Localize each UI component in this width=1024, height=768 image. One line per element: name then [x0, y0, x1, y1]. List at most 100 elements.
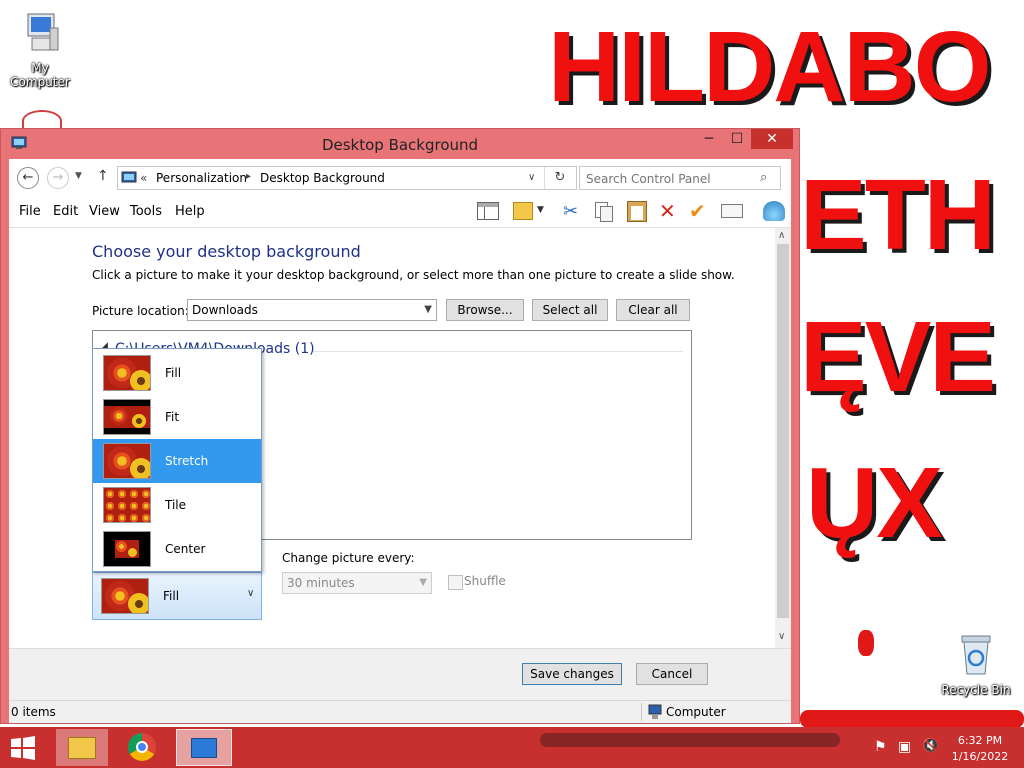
change-picture-value: 30 minutes [287, 576, 355, 590]
action-center-flag-icon[interactable]: ⚑ [874, 739, 887, 755]
menu-file[interactable]: File [19, 204, 41, 219]
breadcrumb-personalization[interactable]: Personalization [156, 171, 247, 185]
clear-all-button[interactable]: Clear all [616, 299, 690, 321]
wallpaper-text-line-2: ETH [800, 159, 996, 271]
clock-time[interactable]: 6:32 PM [950, 734, 1010, 747]
windows-logo-icon [11, 736, 35, 760]
breadcrumb-desktop-background[interactable]: Desktop Background [260, 171, 385, 185]
position-option-center[interactable]: Center [93, 527, 261, 571]
taskbar-control-panel[interactable] [176, 729, 232, 766]
computer-icon [648, 704, 662, 719]
menu-help[interactable]: Help [175, 204, 205, 219]
folder-options-chevron-icon[interactable]: ▼ [537, 205, 544, 215]
main-content: Choose your desktop background Click a p… [9, 228, 791, 648]
option-label: Fit [165, 410, 180, 424]
picture-position-value: Fill [163, 589, 180, 603]
desktop-icon-label: My Computer [10, 61, 70, 89]
dialog-footer: Save changes Cancel [9, 648, 791, 701]
breadcrumb-separator-icon[interactable]: ▸ [246, 171, 251, 182]
status-divider [641, 703, 642, 721]
search-input[interactable] [584, 169, 758, 189]
folder-options-icon[interactable] [513, 202, 533, 220]
delete-icon[interactable]: ✕ [659, 199, 676, 223]
cancel-button[interactable]: Cancel [636, 663, 708, 685]
shuffle-checkbox[interactable] [448, 575, 463, 590]
search-icon[interactable]: ⌕ [760, 170, 767, 185]
option-label: Tile [165, 498, 187, 512]
menu-edit[interactable]: Edit [53, 204, 78, 219]
cut-icon[interactable]: ✂ [563, 201, 578, 222]
close-button[interactable]: ✕ [751, 129, 793, 149]
taskbar-file-explorer[interactable] [56, 729, 108, 766]
fill-thumbnail [101, 578, 149, 614]
picture-location-select[interactable]: Downloads ▼ [187, 299, 437, 321]
scrollbar-thumb[interactable] [777, 244, 789, 618]
chevron-down-icon: ▼ [419, 577, 427, 588]
desktop-background-window: Desktop Background ─ ☐ ✕ ← → ▼ ↑ « Perso… [0, 128, 800, 724]
breadcrumb-prefix: « [140, 171, 148, 185]
position-option-stretch[interactable]: Stretch [93, 439, 261, 483]
forward-arrow-icon: → [52, 170, 64, 185]
scroll-down-icon[interactable]: ∨ [778, 631, 785, 642]
chevron-down-icon: ▼ [424, 304, 432, 315]
wallpaper-smear [800, 710, 1024, 728]
page-title: Choose your desktop background [92, 242, 361, 261]
address-dropdown-chevron-icon[interactable]: ∨ [528, 172, 535, 183]
desktop-icon-label: Recycle Bin [941, 683, 1011, 697]
address-bar[interactable]: « Personalization ▸ Desktop Background ∨… [117, 166, 577, 190]
start-button[interactable] [8, 735, 38, 761]
status-bar: 0 items Computer [9, 700, 791, 723]
recent-locations-chevron-icon[interactable]: ▼ [75, 171, 82, 181]
properties-check-icon[interactable]: ✔ [689, 199, 706, 223]
desktop-icon-recycle-bin[interactable]: Recycle Bin [936, 630, 1016, 697]
back-button[interactable]: ← [17, 167, 39, 189]
email-icon[interactable] [721, 204, 743, 218]
clock-date[interactable]: 1/16/2022 [950, 750, 1010, 763]
select-all-button[interactable]: Select all [532, 299, 608, 321]
paste-icon[interactable] [627, 201, 647, 222]
layout-pane-icon[interactable] [477, 202, 499, 220]
shuffle-label[interactable]: Shuffle [464, 574, 506, 588]
maximize-button[interactable]: ☐ [723, 129, 751, 149]
menu-tools[interactable]: Tools [130, 204, 162, 219]
taskbar-wallpaper-smear [540, 733, 840, 747]
refresh-icon[interactable]: ↻ [544, 167, 575, 189]
vertical-scrollbar[interactable]: ∧ ∨ [775, 228, 791, 648]
browse-button[interactable]: Browse... [446, 299, 524, 321]
change-picture-interval-select[interactable]: 30 minutes ▼ [282, 572, 432, 594]
menu-bar: File Edit View Tools Help ▼ ✂ ✕ ✔ [9, 197, 791, 228]
taskbar: ⚑ ▣ 🔇 6:32 PM 1/16/2022 [0, 727, 1024, 768]
menu-view[interactable]: View [89, 204, 120, 219]
up-button[interactable]: ↑ [97, 168, 109, 184]
recycle-bin-icon [961, 635, 991, 675]
shell-icon[interactable] [763, 201, 785, 221]
save-changes-button[interactable]: Save changes [522, 663, 622, 685]
position-option-fit[interactable]: Fit [93, 395, 261, 439]
taskbar-chrome[interactable] [116, 729, 168, 766]
position-option-tile[interactable]: Tile [93, 483, 261, 527]
picture-position-dropdown: Fill Fit Stretch Tile Center [92, 348, 262, 572]
stretch-thumbnail [103, 443, 151, 479]
wallpaper-drip [858, 630, 874, 656]
minimize-button[interactable]: ─ [695, 129, 723, 149]
center-thumbnail [103, 531, 151, 567]
network-icon[interactable]: ▣ [898, 739, 911, 755]
chevron-down-icon: ∨ [247, 588, 255, 599]
folder-icon [68, 737, 96, 759]
picture-location-value: Downloads [192, 303, 258, 317]
volume-muted-icon[interactable]: 🔇 [922, 738, 939, 754]
computer-icon [27, 13, 59, 51]
copy-icon[interactable] [595, 202, 613, 222]
option-label: Stretch [165, 454, 209, 468]
position-option-fill[interactable]: Fill [93, 351, 261, 395]
navigation-bar: ← → ▼ ↑ « Personalization ▸ Desktop Back… [9, 159, 791, 197]
back-arrow-icon: ← [22, 170, 34, 185]
desktop-icon-my-computer[interactable]: My Computer [0, 8, 80, 89]
wallpaper-text-line-1: HILDABO [548, 11, 992, 123]
wallpaper-text-line-4: ŲX [806, 447, 943, 559]
forward-button[interactable]: → [47, 167, 69, 189]
picture-position-select[interactable]: Fill ∨ [92, 572, 262, 620]
scroll-up-icon[interactable]: ∧ [778, 230, 785, 241]
search-box[interactable]: ⌕ [579, 166, 781, 190]
title-bar[interactable]: Desktop Background ─ ☐ ✕ [1, 129, 799, 159]
